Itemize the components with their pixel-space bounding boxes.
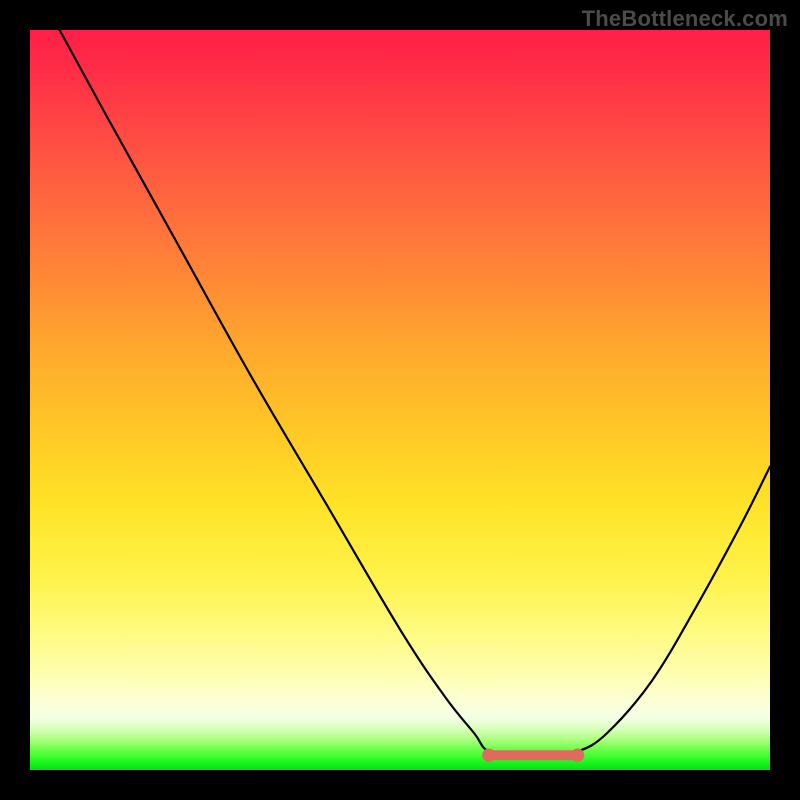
plot-area xyxy=(30,30,770,770)
watermark-text: TheBottleneck.com xyxy=(582,6,788,32)
plateau-end-left xyxy=(482,749,495,762)
chart-frame: TheBottleneck.com xyxy=(0,0,800,800)
plateau-end-right xyxy=(571,749,584,762)
bottleneck-curve xyxy=(60,30,770,756)
chart-svg xyxy=(30,30,770,770)
